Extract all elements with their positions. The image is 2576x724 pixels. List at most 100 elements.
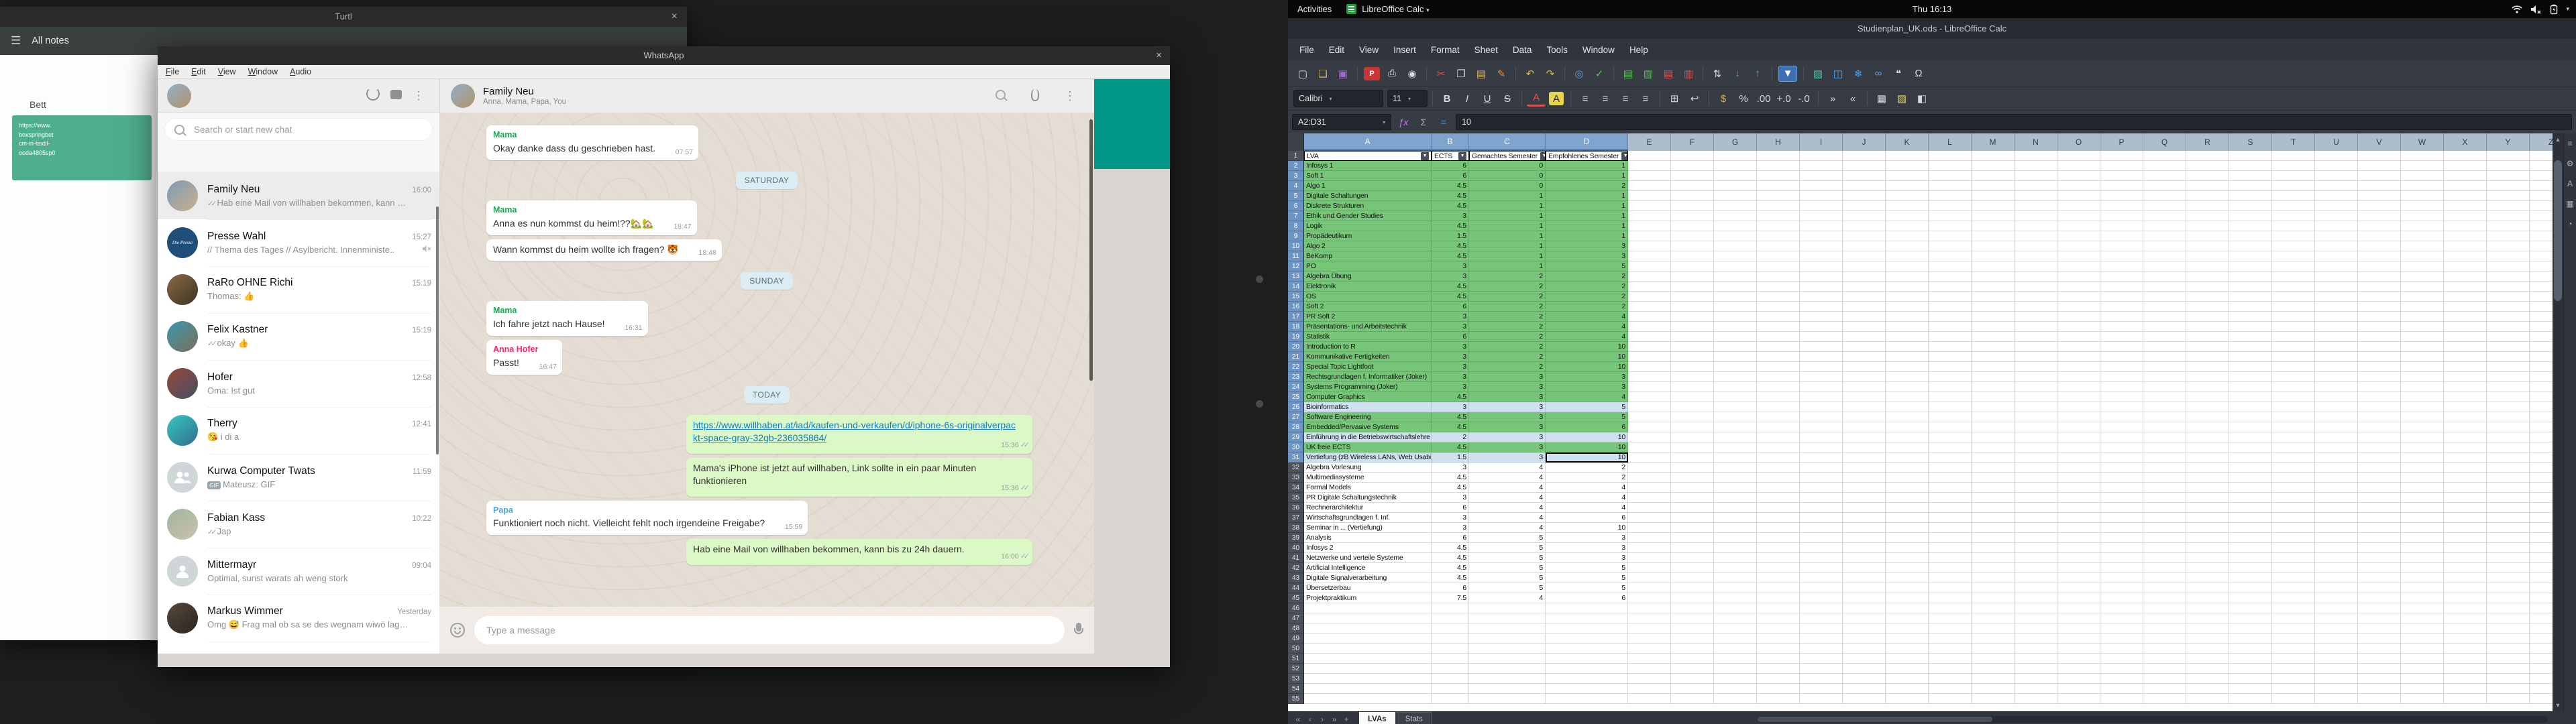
cell[interactable]: 4 (1469, 523, 1546, 533)
navigator-icon[interactable]: ◔ (2567, 219, 2572, 229)
cell[interactable] (1546, 623, 1628, 634)
row-header[interactable]: 9 (1288, 231, 1304, 241)
cell[interactable]: Rechtsgrundlagen f. Informatiker (Joker) (1304, 372, 1432, 382)
cell[interactable]: 4 (1469, 473, 1546, 483)
add-decimal-icon[interactable]: +.0 (1774, 90, 1793, 107)
empty-cells[interactable] (1628, 272, 2553, 282)
empty-cells[interactable] (1628, 563, 2553, 573)
cell[interactable]: 3 (1469, 372, 1546, 382)
cell[interactable]: 4.5 (1432, 292, 1469, 302)
cell[interactable]: 7.5 (1432, 593, 1469, 603)
cell[interactable]: 3 (1469, 452, 1546, 463)
row-header[interactable]: 34 (1288, 483, 1304, 493)
cell[interactable]: BeKomp (1304, 251, 1432, 261)
column-header[interactable]: X (2444, 133, 2487, 151)
cell[interactable]: 2 (1469, 302, 1546, 312)
cell[interactable]: 4 (1469, 593, 1546, 603)
italic-icon[interactable]: I (1458, 90, 1477, 107)
cell[interactable]: 5 (1469, 573, 1546, 583)
row-header[interactable]: 30 (1288, 442, 1304, 452)
menu-edit[interactable]: Edit (1323, 42, 1350, 58)
row-header[interactable]: 21 (1288, 352, 1304, 362)
empty-cells[interactable] (1628, 664, 2553, 674)
cell[interactable]: 4.5 (1432, 241, 1469, 251)
autofilter-dropdown-icon[interactable]: ▼ (1540, 152, 1546, 160)
cell[interactable]: Bioinformatics (1304, 402, 1432, 412)
calc-titlebar[interactable]: Studienplan_UK.ods - LibreOffice Calc (1288, 18, 2576, 39)
merge-cells-icon[interactable]: ⊞ (1665, 90, 1684, 107)
column-header[interactable]: K (1886, 133, 1929, 151)
cell[interactable]: 4.5 (1432, 392, 1469, 402)
cell[interactable]: 4.5 (1432, 483, 1469, 493)
cell[interactable]: 3 (1432, 211, 1469, 221)
cell[interactable]: 2 (1469, 362, 1546, 372)
cell[interactable] (1546, 613, 1628, 623)
cell[interactable] (1432, 674, 1469, 684)
last-sheet-icon[interactable]: » (1328, 715, 1340, 724)
cell[interactable]: 4 (1469, 513, 1546, 523)
cell[interactable]: 3 (1546, 553, 1628, 563)
empty-cells[interactable] (1628, 372, 2553, 382)
empty-cells[interactable] (1628, 231, 2553, 241)
empty-cells[interactable] (1628, 603, 2553, 613)
row-header[interactable]: 1 (1288, 151, 1304, 161)
cell[interactable] (1304, 623, 1432, 634)
cell[interactable]: 5 (1469, 583, 1546, 593)
cell[interactable]: 6 (1432, 161, 1469, 171)
cell[interactable]: 5 (1546, 573, 1628, 583)
cell[interactable]: Logik (1304, 221, 1432, 231)
cell[interactable]: 1 (1546, 161, 1628, 171)
chat-list-item[interactable]: Family Neu16:00✓✓Hab eine Mail von willh… (158, 172, 439, 219)
column-header[interactable]: O (2057, 133, 2100, 151)
cell[interactable] (1432, 664, 1469, 674)
sum-icon[interactable]: Σ (1415, 117, 1432, 127)
insert-hyperlink-icon[interactable]: ∞ (1869, 65, 1888, 82)
whatsapp-titlebar[interactable]: WhatsApp × (158, 46, 1170, 65)
sort-icon[interactable]: ⇅ (1708, 65, 1727, 82)
cell[interactable]: 2 (1546, 292, 1628, 302)
cell[interactable]: 1.5 (1432, 231, 1469, 241)
cell[interactable]: 3 (1546, 241, 1628, 251)
cell[interactable]: 4 (1469, 493, 1546, 503)
cell[interactable]: 2 (1469, 312, 1546, 322)
note-title[interactable]: Bett (30, 99, 46, 110)
cell[interactable]: Algo 2 (1304, 241, 1432, 251)
empty-cells[interactable] (1628, 463, 2553, 473)
insert-comment-icon[interactable]: ❝ (1889, 65, 1908, 82)
add-sheet-icon[interactable]: + (1340, 715, 1352, 724)
cell[interactable] (1546, 654, 1628, 664)
column-header[interactable]: S (2229, 133, 2272, 151)
chat-list-item[interactable]: Kurwa Computer Twats11:59GIFMateusz: GIF (158, 454, 439, 501)
avatar[interactable] (167, 84, 191, 108)
row-header[interactable]: 45 (1288, 593, 1304, 603)
format-currency-icon[interactable]: $ (1714, 90, 1733, 107)
cell[interactable]: 4.5 (1432, 573, 1469, 583)
empty-cells[interactable] (1628, 613, 2553, 623)
cell[interactable]: Propädeutikum (1304, 231, 1432, 241)
cell[interactable] (1546, 634, 1628, 644)
cell[interactable]: 1 (1469, 241, 1546, 251)
empty-cells[interactable] (1628, 623, 2553, 634)
cell[interactable]: 3 (1546, 251, 1628, 261)
row-header[interactable]: 10 (1288, 241, 1304, 251)
cell[interactable] (1304, 634, 1432, 644)
row-header[interactable]: 5 (1288, 191, 1304, 201)
menu-file[interactable]: File (1293, 42, 1320, 58)
message-link[interactable]: https://www.willhaben.at/iad/kaufen-und-… (693, 420, 1016, 443)
empty-cells[interactable] (1628, 634, 2553, 644)
cell[interactable]: 10 (1546, 523, 1628, 533)
row-header[interactable]: 7 (1288, 211, 1304, 221)
cell[interactable] (1546, 684, 1628, 694)
row-header[interactable]: 25 (1288, 392, 1304, 402)
row-header[interactable]: 47 (1288, 613, 1304, 623)
empty-cells[interactable] (1628, 352, 2553, 362)
cell[interactable]: Soft 2 (1304, 302, 1432, 312)
cell[interactable]: 4.5 (1432, 563, 1469, 573)
row-header[interactable]: 50 (1288, 644, 1304, 654)
cell[interactable]: 2 (1469, 352, 1546, 362)
cell[interactable]: 3 (1469, 422, 1546, 432)
empty-cells[interactable] (1628, 593, 2553, 603)
redo-icon[interactable]: ↷ (1541, 65, 1560, 82)
cell[interactable]: Projektpraktikum (1304, 593, 1432, 603)
autofilter-dropdown-icon[interactable]: ▼ (1458, 152, 1466, 160)
